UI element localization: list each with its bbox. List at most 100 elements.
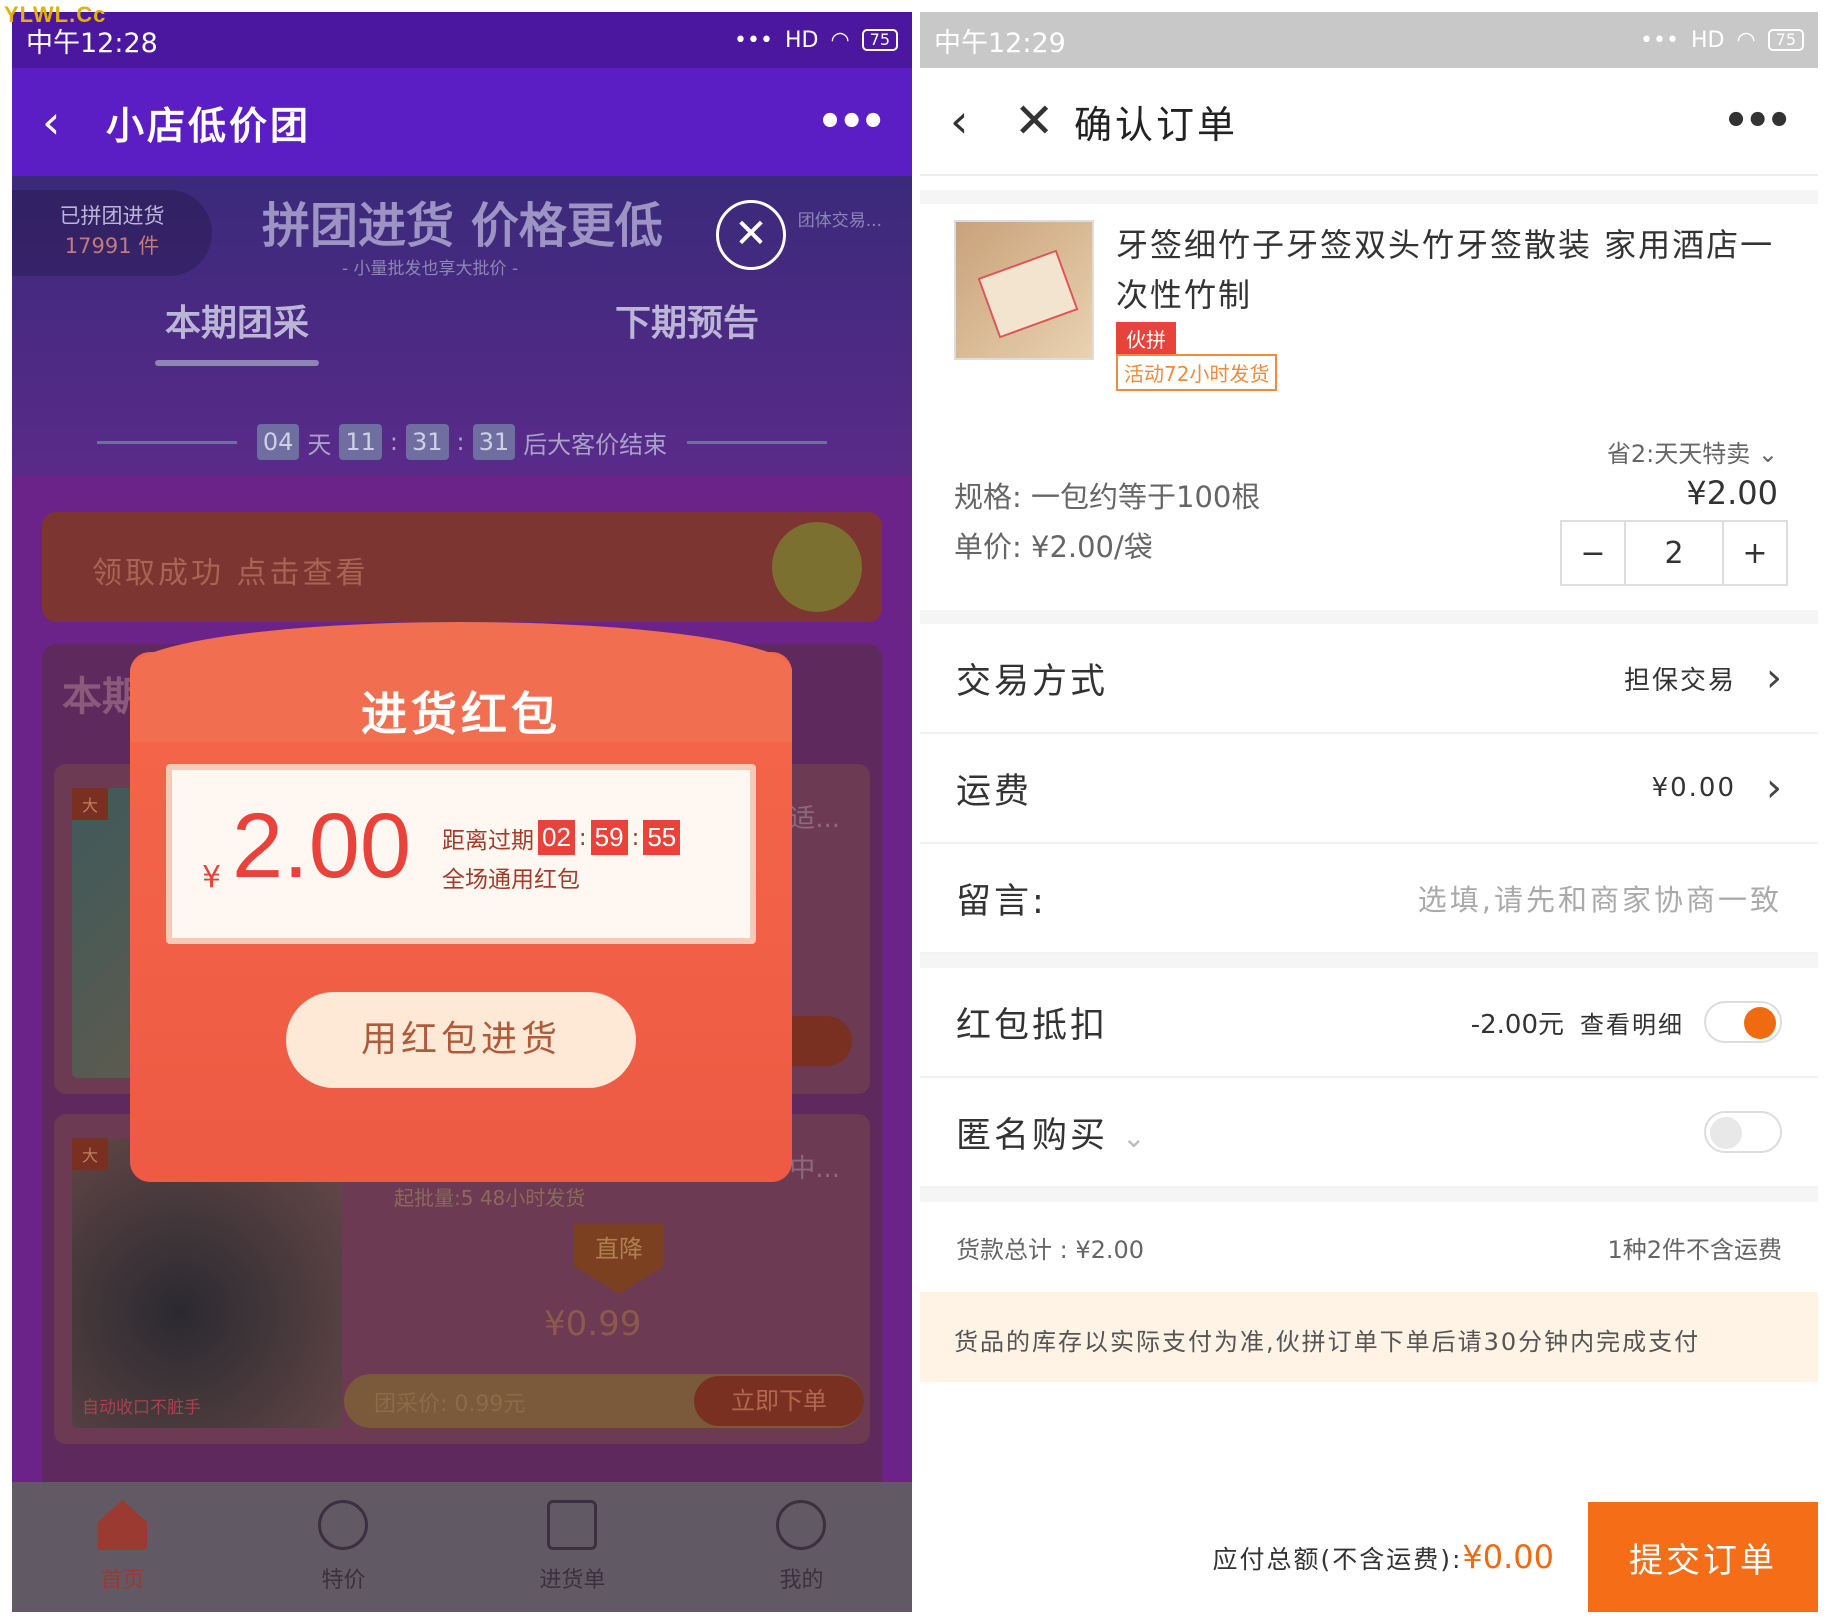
freight-label: 运费 xyxy=(956,771,1033,812)
min-qty: 起批量:5 48小时发货 xyxy=(394,1186,586,1210)
red-packet-toggle[interactable] xyxy=(1704,1001,1782,1043)
close-icon[interactable]: ✕ xyxy=(1014,93,1074,149)
divider xyxy=(920,954,1818,968)
divider xyxy=(920,1188,1818,1202)
received-banner[interactable]: 领取成功 点击查看 xyxy=(42,512,882,622)
total-label: 应付总额(不含运费): xyxy=(1212,1545,1463,1574)
watermark: YLWL.Cc xyxy=(4,2,107,27)
wifi-icon: ◠ xyxy=(1736,27,1756,53)
trade-method-row[interactable]: 交易方式 担保交易 › xyxy=(920,624,1818,734)
price-drop-badge: 直降 xyxy=(574,1224,664,1294)
back-icon[interactable]: ‹ xyxy=(42,95,106,149)
trade-value: 担保交易 xyxy=(1623,665,1736,696)
product-thumbnail xyxy=(954,220,1094,360)
nav-label: 我的 xyxy=(779,1568,824,1593)
left-screen: 中午12:28 ••• HD ◠ 75 ‹ 小店低价团 ••• 已拼团进货 17… xyxy=(12,12,912,1612)
received-text: 领取成功 点击查看 xyxy=(92,556,369,591)
quantity-value[interactable]: 2 xyxy=(1624,522,1724,584)
bottom-nav: 首页 特价 进货单 我的 xyxy=(12,1482,912,1612)
ship-badge: 活动72小时发货 xyxy=(1116,354,1278,391)
page-title: 小店低价团 xyxy=(106,103,312,148)
battery-icon: 75 xyxy=(1767,29,1804,51)
divider xyxy=(96,440,237,444)
red-packet-modal: 进货红包 ¥ 2.00 距离过期 02: 59: 55 全场通用红包 用红包进货 xyxy=(130,622,792,1182)
countdown-seconds: 31 xyxy=(472,424,516,460)
status-icons: ••• HD ◠ 75 xyxy=(1640,28,1804,53)
close-icon[interactable]: ✕ xyxy=(716,200,786,270)
countdown-days: 04 xyxy=(256,424,300,460)
nav-me[interactable]: 我的 xyxy=(776,1500,827,1594)
expire-minutes: 59 xyxy=(590,820,628,855)
message-row: 留言: 选填,请先和商家协商一致 xyxy=(920,844,1818,954)
currency: ¥ xyxy=(202,860,222,895)
modal-title: 进货红包 xyxy=(361,687,561,741)
status-time: 中午12:29 xyxy=(934,27,1066,59)
notice-bar: 货品的库存以实际支付为准,伙拼订单下单后请30分钟内完成支付 xyxy=(920,1292,1818,1382)
more-icon[interactable]: ••• xyxy=(817,99,886,145)
tab-next[interactable]: 下期预告 xyxy=(615,294,759,366)
group-badge: 伙拼 xyxy=(1116,322,1176,355)
nav-cart[interactable]: 进货单 xyxy=(539,1500,605,1594)
red-packet-row: 红包抵扣 -2.00元 查看明细 xyxy=(920,968,1818,1078)
coupon-card: ¥ 2.00 距离过期 02: 59: 55 全场通用红包 xyxy=(166,764,756,944)
expire-seconds: 55 xyxy=(643,820,681,855)
saving-dropdown[interactable]: 省2:天天特卖 ⌄ xyxy=(1607,434,1778,469)
product-price: ¥0.99 xyxy=(544,1304,642,1344)
user-icon xyxy=(776,1500,827,1550)
message-input[interactable]: 选填,请先和商家协商一致 xyxy=(1418,877,1782,919)
trade-label: 交易方式 xyxy=(956,661,1109,702)
freight-value: ¥0.00 xyxy=(1651,773,1736,803)
home-icon xyxy=(97,1500,148,1550)
submit-order-button[interactable]: 提交订单 xyxy=(1588,1502,1818,1612)
card-title: 中... xyxy=(789,1154,840,1184)
right-screen: 中午12:29 ••• HD ◠ 75 ‹ ✕ 确认订单 ••• 牙签细竹子牙签… xyxy=(920,12,1818,1612)
nav-special[interactable]: 特价 xyxy=(318,1500,369,1594)
status-bar: 中午12:28 ••• HD ◠ 75 xyxy=(12,12,912,68)
dots-icon: ••• xyxy=(1640,27,1679,53)
dots-icon: ••• xyxy=(734,27,773,53)
back-icon[interactable]: ‹ xyxy=(950,94,1014,148)
saving-text: 省2:天天特卖 xyxy=(1606,440,1751,468)
view-detail-link[interactable]: 查看明细 xyxy=(1580,1005,1684,1040)
card-title: 适... xyxy=(789,804,840,834)
group-price: 团采价: 0.99元 xyxy=(374,1392,526,1417)
page-title: 确认订单 xyxy=(1074,102,1239,147)
chevron-right-icon: › xyxy=(1766,655,1782,701)
use-red-packet-button[interactable]: 用红包进货 xyxy=(286,992,636,1088)
nav-home[interactable]: 首页 xyxy=(97,1500,148,1594)
toggle-knob xyxy=(1744,1007,1776,1039)
joined-badge: 已拼团进货 17991 件 xyxy=(12,190,212,276)
spec-row: 规格: 一包约等于100根 单价: ¥2.00/袋 ¥2.00 − 2 + xyxy=(920,470,1818,610)
summary-row: 货款总计 : ¥2.00 1种2件不含运费 xyxy=(920,1202,1818,1292)
tag-icon: 大 xyxy=(72,1138,109,1170)
anonymous-row: 匿名购买 ⌄ xyxy=(920,1078,1818,1188)
banner-right-text: 团体交易... xyxy=(797,211,882,231)
chevron-down-icon[interactable]: ⌄ xyxy=(1122,1121,1148,1154)
slogan: 拼团进货 价格更低 xyxy=(262,198,663,254)
freight-row[interactable]: 运费 ¥0.00 › xyxy=(920,734,1818,844)
plus-button[interactable]: + xyxy=(1724,522,1786,584)
quantity-stepper: − 2 + xyxy=(1560,520,1788,586)
anonymous-text: 匿名购买 xyxy=(956,1115,1109,1156)
tab-current[interactable]: 本期团采 xyxy=(154,294,320,366)
tabs: 本期团采 下期预告 xyxy=(12,294,912,366)
order-button[interactable]: 立即下单 xyxy=(694,1376,864,1426)
minus-button[interactable]: − xyxy=(1562,522,1624,584)
nav-label: 进货单 xyxy=(539,1568,606,1593)
sub-slogan: - 小量批发也享大批价 - xyxy=(342,259,519,279)
nav-label: 首页 xyxy=(100,1568,145,1593)
countdown: 04 天 11: 31: 31 后大客价结束 xyxy=(12,424,912,460)
red-packet-value: -2.00元 xyxy=(1470,1009,1564,1040)
expire-label: 距离过期 xyxy=(442,827,534,854)
total-value: ¥0.00 xyxy=(1462,1538,1554,1576)
countdown-hours: 11 xyxy=(339,424,382,460)
countdown-suffix: 后大客价结束 xyxy=(523,430,668,459)
more-icon[interactable]: ••• xyxy=(1723,98,1792,144)
divider xyxy=(687,440,828,444)
order-product: 牙签细竹子牙签双头竹牙签散装 家用酒店一次性竹制 伙拼 活动72小时发货 省2:… xyxy=(920,190,1818,470)
expire-hours: 02 xyxy=(538,820,575,855)
anonymous-toggle[interactable] xyxy=(1704,1111,1782,1153)
anonymous-label: 匿名购买 ⌄ xyxy=(956,1107,1704,1158)
spec: 规格: 一包约等于100根 xyxy=(954,480,1261,514)
payable-total: 应付总额(不含运费):¥0.00 xyxy=(1212,1538,1554,1576)
